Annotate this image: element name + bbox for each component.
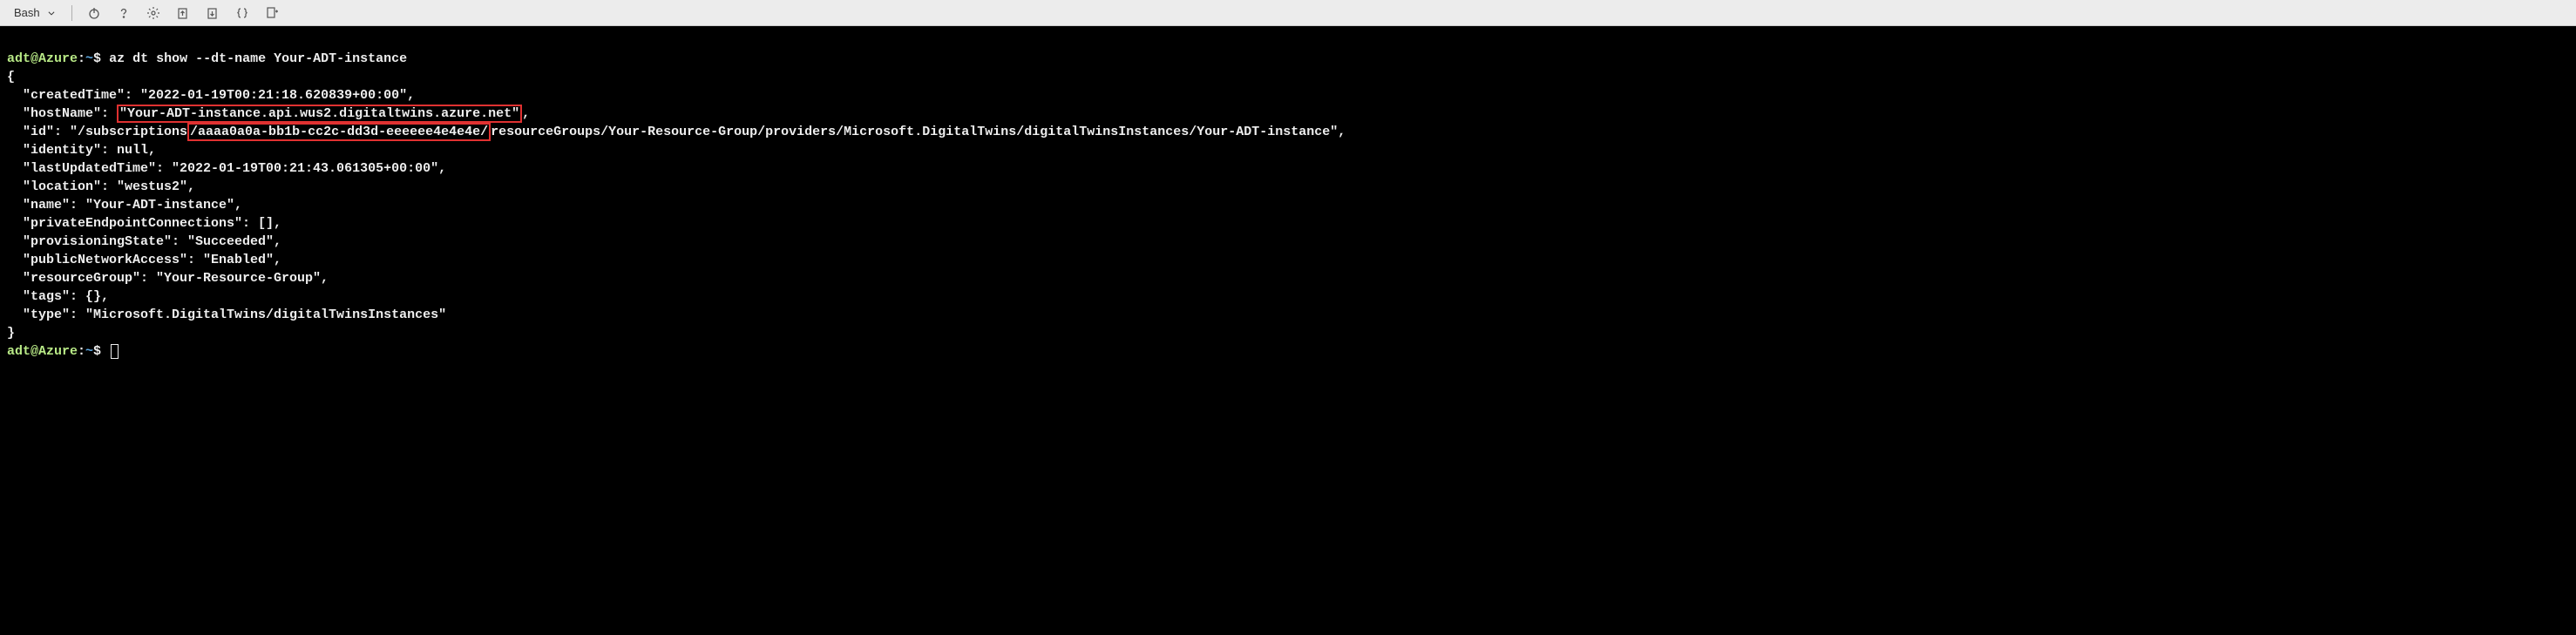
prompt-symbol: $ [93, 51, 101, 66]
prompt-user: adt@Azure [7, 51, 78, 66]
help-icon[interactable] [111, 2, 137, 24]
prompt-colon: : [78, 344, 85, 359]
command-text [101, 51, 109, 66]
json-open: { [7, 70, 15, 84]
download-icon[interactable] [200, 2, 226, 24]
prompt-colon: : [78, 51, 85, 66]
prompt-path: ~ [85, 344, 93, 359]
prompt-path: ~ [85, 51, 93, 66]
json-lastUpdatedTime: "lastUpdatedTime": "2022-01-19T00:21:43.… [7, 161, 446, 176]
prompt-symbol: $ [93, 344, 101, 359]
json-identity: "identity": null, [7, 143, 156, 158]
chevron-down-icon [47, 9, 56, 17]
highlight-subscription-id: /aaaa0a0a-bb1b-cc2c-dd3d-eeeeee4e4e4e/ [187, 123, 491, 141]
json-id-key: "id": "/subscriptions [7, 125, 187, 139]
braces-icon[interactable] [229, 2, 255, 24]
json-privateEndpoint: "privateEndpointConnections": [], [7, 216, 281, 231]
json-resourceGroup: "resourceGroup": "Your-Resource-Group", [7, 271, 329, 286]
highlight-hostname: "Your-ADT-instance.api.wus2.digitaltwins… [117, 105, 522, 123]
json-location: "location": "westus2", [7, 179, 195, 194]
json-tags: "tags": {}, [7, 289, 109, 304]
json-createdTime-key: "createdTime": [7, 88, 140, 103]
shell-select[interactable]: Bash [7, 4, 63, 21]
command-text: az dt show --dt-name Your-ADT-instance [109, 51, 407, 66]
cursor [111, 344, 119, 359]
json-provisioningState: "provisioningState": "Succeeded", [7, 234, 281, 249]
power-icon[interactable] [81, 2, 107, 24]
json-createdTime-val: "2022-01-19T00:21:18.620839+00:00", [140, 88, 415, 103]
upload-icon[interactable] [170, 2, 196, 24]
json-hostName-end: , [522, 106, 530, 121]
json-name: "name": "Your-ADT-instance", [7, 198, 242, 213]
new-file-icon[interactable] [259, 2, 285, 24]
terminal-toolbar: Bash [0, 0, 2576, 26]
divider [71, 5, 72, 21]
gear-icon[interactable] [140, 2, 166, 24]
shell-label: Bash [14, 6, 40, 19]
prompt-user: adt@Azure [7, 344, 78, 359]
json-type: "type": "Microsoft.DigitalTwins/digitalT… [7, 307, 446, 322]
terminal-output[interactable]: adt@Azure:~$ az dt show --dt-name Your-A… [0, 26, 2576, 366]
json-hostName-key: "hostName": [7, 106, 117, 121]
json-id-rest: resourceGroups/Your-Resource-Group/provi… [491, 125, 1346, 139]
json-publicNetworkAccess: "publicNetworkAccess": "Enabled", [7, 253, 281, 267]
json-close: } [7, 326, 15, 341]
